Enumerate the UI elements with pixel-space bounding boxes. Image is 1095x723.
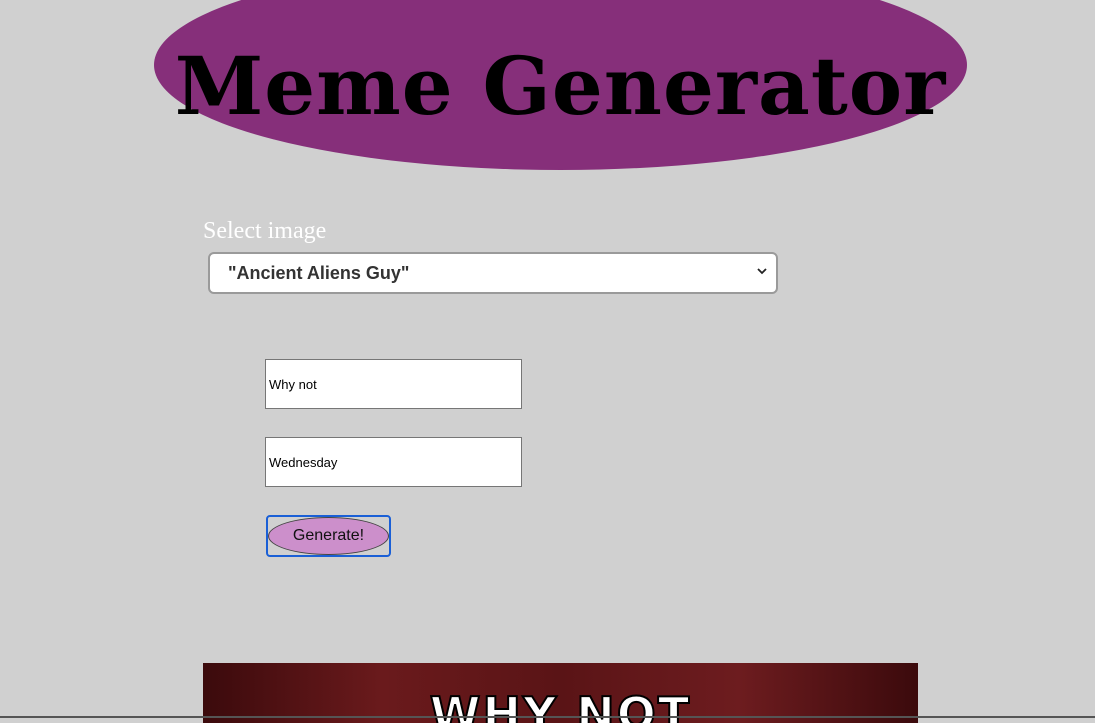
image-select[interactable]: "Ancient Aliens Guy"	[208, 252, 778, 294]
meme-image: WHY NOT	[203, 663, 918, 723]
page-title: Meme Generator	[174, 39, 947, 133]
generate-button[interactable]: Generate!	[268, 517, 389, 555]
chevron-down-icon	[757, 268, 767, 275]
generate-button-focus-ring: Generate!	[266, 515, 391, 557]
select-image-label: Select image	[203, 218, 327, 244]
header-banner: Meme Generator	[154, 0, 967, 170]
bottom-text-input[interactable]: Wednesday	[265, 437, 522, 487]
image-select-value: "Ancient Aliens Guy"	[228, 262, 410, 283]
top-text-value: Why not	[269, 376, 317, 392]
top-text-input[interactable]: Why not	[265, 359, 522, 409]
bottom-text-value: Wednesday	[269, 454, 338, 470]
